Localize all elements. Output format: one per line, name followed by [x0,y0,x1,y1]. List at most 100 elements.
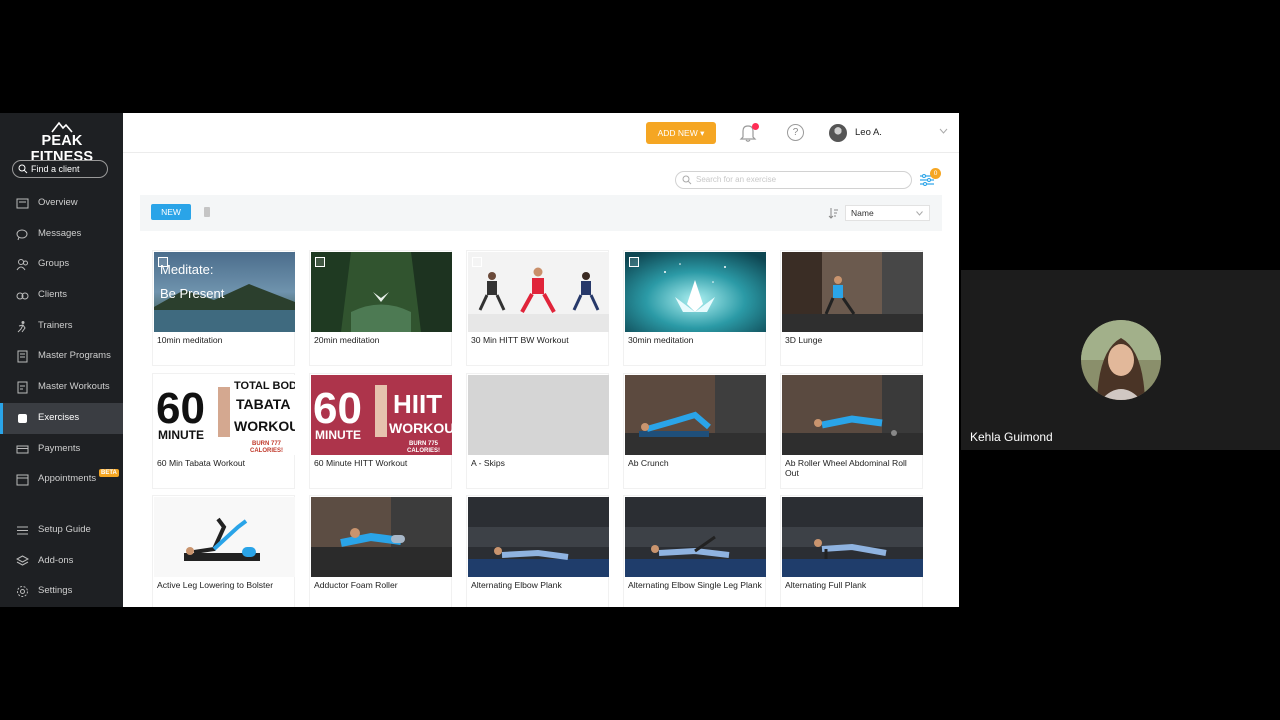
help-icon[interactable]: ? [787,124,804,141]
exercise-name: Alternating Elbow Plank [471,580,562,590]
exercise-card[interactable]: Alternating Full Plank [780,495,923,607]
exercise-card[interactable]: 60 MINUTE HIIT WORKOUT BURN 775 CALORIES… [309,373,452,489]
exercise-thumbnail [782,252,923,332]
thumb-minute-text: MINUTE [315,428,361,442]
exercise-card[interactable]: A - Skips [466,373,609,489]
exercise-card[interactable]: Ab Crunch [623,373,766,489]
exercise-name: Ab Roller Wheel Abdominal Roll Out [785,458,907,478]
exercise-card[interactable]: Ab Roller Wheel Abdominal Roll Out [780,373,923,489]
filter-count-badge: 0 [930,168,941,179]
calendar-icon [16,474,29,486]
clients-icon [16,292,29,300]
thumb-line-calories: CALORIES! [250,448,283,454]
sidebar-item-settings[interactable]: Settings [0,576,123,607]
logo: PEAK FITNESS [12,121,112,165]
chevron-down-icon[interactable] [939,128,948,134]
select-checkbox[interactable] [315,257,325,267]
logo-mountain-icon [51,121,73,133]
exercise-name: Alternating Elbow Single Leg Plank [628,580,762,590]
exercise-thumbnail [468,497,609,577]
trainers-icon [17,320,26,333]
find-client-input[interactable]: Find a client [12,160,108,178]
notification-dot [752,123,759,130]
select-checkbox[interactable] [472,257,482,267]
add-new-button[interactable]: ADD NEW ▾ [646,122,716,144]
exercise-thumbnail [154,497,295,577]
sidebar-item-label: Setup Guide [38,524,91,535]
overview-icon [16,198,29,209]
exercise-card[interactable]: Active Leg Lowering to Bolster [152,495,295,607]
setup-guide-icon [17,526,28,535]
beta-badge: BETA [99,469,119,478]
sidebar-item-appointments[interactable]: Appointments BETA [0,464,123,495]
sort-select[interactable]: Name [845,205,930,221]
exercise-card[interactable]: Adductor Foam Roller [309,495,452,607]
exercise-card[interactable]: 30min meditation [623,250,766,366]
exercise-name: Adductor Foam Roller [314,580,398,590]
exercise-thumbnail [311,252,452,332]
addons-icon [16,555,29,566]
sidebar-item-master-workouts[interactable]: Master Workouts [0,372,123,403]
exercise-thumbnail [625,375,766,455]
sidebar-item-groups[interactable]: Groups [0,249,123,280]
exercise-name: Alternating Full Plank [785,580,867,590]
main-content: ADD NEW ▾ ? Leo A. Search for an exercis… [123,113,959,607]
exercise-card[interactable]: Alternating Elbow Single Leg Plank [623,495,766,607]
exercise-name: 30 Min HITT BW Workout [471,335,569,345]
gear-icon [17,586,28,598]
user-name[interactable]: Leo A. [855,127,882,138]
exercise-name: A - Skips [471,458,505,468]
thumb-text-line-1: Meditate: [160,262,213,277]
sidebar-item-label: Messages [38,227,82,239]
exercise-thumbnail [782,375,923,455]
exercise-card[interactable]: 3D Lunge [780,250,923,366]
select-checkbox[interactable] [629,257,639,267]
sidebar-item-master-programs[interactable]: Master Programs [0,341,123,372]
exercise-card[interactable]: 20min meditation [309,250,452,366]
exercise-thumbnail: 60 MINUTE TOTAL BODY TABATA WORKOUT BURN… [154,375,295,455]
exercise-name: 10min meditation [157,335,223,345]
participant-name: Kehla Guimond [970,430,1053,444]
exercise-thumbnail [311,497,452,577]
sidebar-bottom-nav: Setup Guide Add-ons Settings [0,515,123,607]
app-window: PEAK FITNESS Find a client Overview Mess… [0,113,959,607]
sidebar-item-exercises[interactable]: Exercises [0,402,123,434]
top-bar: ADD NEW ▾ ? Leo A. [123,113,959,153]
exercise-thumbnail-placeholder [468,375,609,455]
thumb-big-number: 60 [313,384,362,433]
payments-icon [16,445,29,453]
avatar[interactable] [829,124,847,142]
sidebar-item-label: Add-ons [38,554,74,566]
thumb-line-workout: WORKOUT [234,418,295,434]
sidebar-item-messages[interactable]: Messages [0,219,123,250]
sidebar-item-label: Overview [38,197,78,208]
exercise-thumbnail: 60 MINUTE HIIT WORKOUT BURN 775 CALORIES… [311,375,452,455]
exercise-card[interactable]: 30 Min HITT BW Workout [466,250,609,366]
sort-icon[interactable] [828,207,839,219]
participant-video-tile: Kehla Guimond [961,270,1280,450]
exercise-card[interactable]: Alternating Elbow Plank [466,495,609,607]
sidebar-item-add-ons[interactable]: Add-ons [0,546,123,577]
sidebar-item-payments[interactable]: Payments [0,434,123,465]
exercise-toolbar: NEW Name [140,195,942,231]
tab-new[interactable]: NEW [151,204,191,220]
exercise-card[interactable]: 60 MINUTE TOTAL BODY TABATA WORKOUT BURN… [152,373,295,489]
sidebar-item-label: Settings [38,585,73,597]
sidebar-item-label: Groups [38,258,70,270]
exercise-name: 60 Min Tabata Workout [157,458,246,468]
sidebar-item-label: Exercises [38,411,80,423]
screen: PEAK FITNESS Find a client Overview Mess… [0,0,1280,720]
thumb-line-workout: WORKOUT [389,420,452,436]
sidebar-item-trainers[interactable]: Trainers [0,311,123,342]
exercise-name: 30min meditation [628,335,694,345]
exercise-card[interactable]: Meditate: Be Present 10min meditation [152,250,295,366]
exercise-name: Active Leg Lowering to Bolster [157,580,274,590]
search-input[interactable]: Search for an exercise [675,171,912,189]
sidebar-item-overview[interactable]: Overview [0,188,123,219]
trash-icon[interactable] [204,207,210,217]
select-checkbox[interactable] [158,257,168,267]
sidebar-item-setup-guide[interactable]: Setup Guide [0,515,123,546]
sidebar-item-label: Appointments [38,473,97,485]
sidebar-item-clients[interactable]: Clients [0,280,123,311]
sidebar-nav: Overview Messages Groups Clients Trainer… [0,188,123,495]
